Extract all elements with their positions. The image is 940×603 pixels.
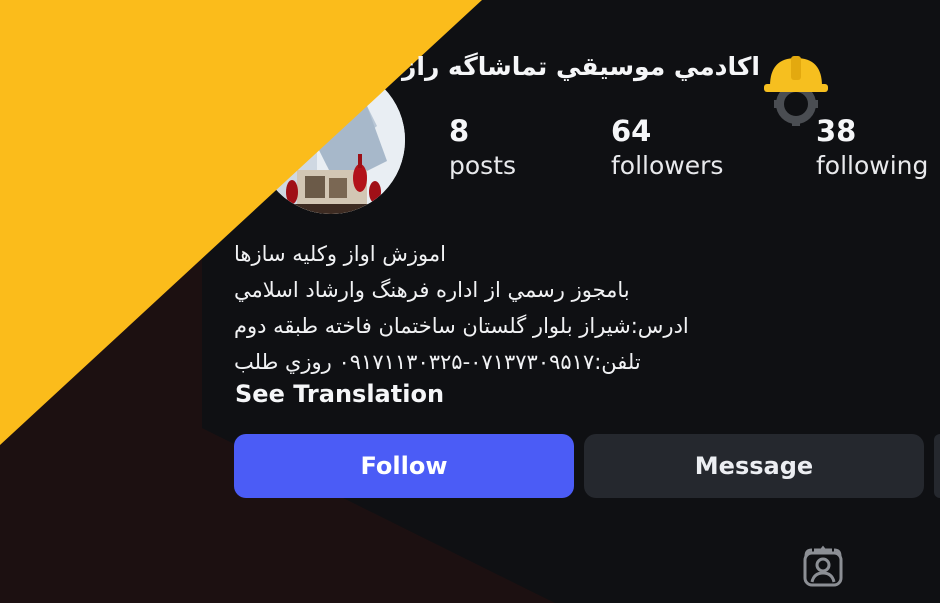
follow-button[interactable]: Follow [234, 434, 574, 498]
following-count: 38 [816, 114, 857, 148]
bio-line: ادرس:شيراز بلوار گلستان ساختمان فاخته طب… [234, 314, 689, 338]
bio-line: بامجوز رسمي از اداره فرهنگ وارشاد اسلامي [234, 278, 630, 302]
posts-stat: 8 posts [449, 113, 516, 183]
bio-line: تلفن:۰۷۱۳۷۳۰۹۵۱۷-۰۹۱۷۱۱۳۰۳۲۵ روزي طلب [234, 350, 641, 374]
follow-button-label: Follow [360, 452, 448, 480]
profile-bio: اموزش اواز وكليه سازها بامجوز رسمي از اد… [234, 236, 794, 380]
followers-count: 64 [611, 114, 652, 148]
message-button[interactable]: Message [584, 434, 924, 498]
bio-line: اموزش اواز وكليه سازها [234, 242, 446, 266]
following-label: following [816, 151, 929, 180]
more-button[interactable] [934, 434, 940, 498]
followers-stat[interactable]: 64 followers [611, 113, 723, 183]
tagged-person-icon[interactable] [800, 544, 846, 590]
message-button-label: Message [694, 452, 814, 480]
following-stat[interactable]: 38 following [816, 113, 928, 183]
posts-label: posts [449, 151, 517, 180]
followers-label: followers [611, 151, 724, 180]
posts-count: 8 [449, 114, 470, 148]
profile-name: اكادمي موسيقي تماشاگه راز [402, 52, 760, 81]
see-translation-link[interactable]: See Translation [235, 380, 444, 408]
